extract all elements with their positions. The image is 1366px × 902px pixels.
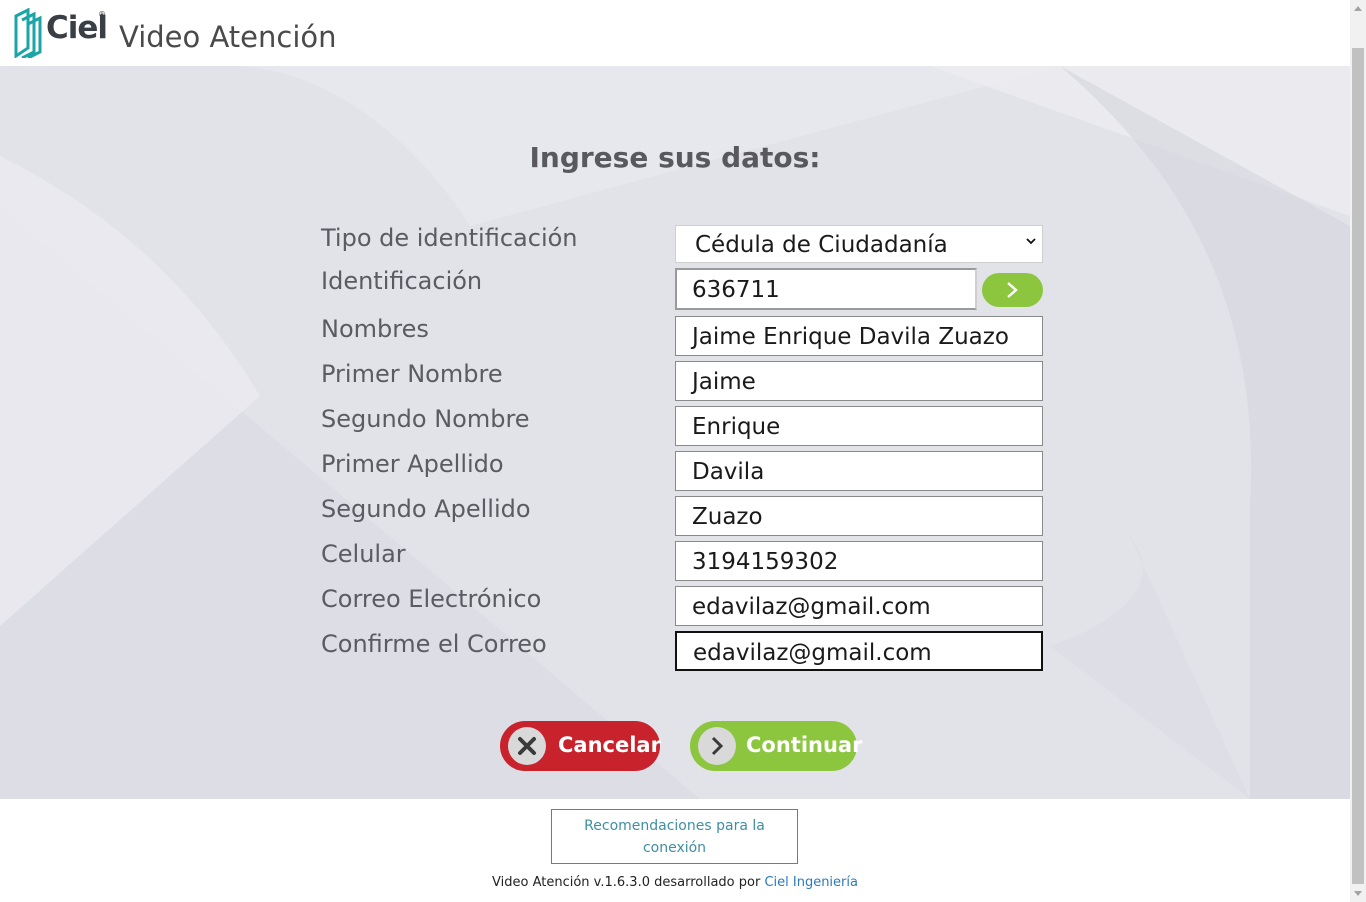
- segundo-nombre-label: Segundo Nombre: [321, 405, 530, 433]
- tipo-identificacion-value: Cédula de Ciudadanía: [695, 232, 948, 258]
- primer-nombre-label: Primer Nombre: [321, 360, 503, 388]
- cancel-button[interactable]: Cancelar: [500, 721, 661, 771]
- confirme-correo-label: Confirme el Correo: [321, 630, 547, 658]
- scrollbar-thumb[interactable]: [1352, 48, 1364, 884]
- scroll-up-arrow-icon[interactable]: [1353, 4, 1363, 12]
- segundo-nombre-input[interactable]: Enrique: [675, 406, 1043, 446]
- tipo-identificacion-label: Tipo de identificación: [321, 224, 578, 252]
- continue-button[interactable]: Continuar: [690, 721, 862, 771]
- nombres-label: Nombres: [321, 315, 429, 343]
- correo-label: Correo Electrónico: [321, 585, 542, 613]
- form-title: Ingrese sus datos:: [529, 141, 821, 174]
- segundo-apellido-input[interactable]: Zuazo: [675, 496, 1043, 536]
- continue-icon-circle: [698, 727, 736, 765]
- celular-label: Celular: [321, 540, 406, 568]
- primer-nombre-input[interactable]: Jaime: [675, 361, 1043, 401]
- cancel-button-label: Cancelar: [558, 733, 661, 757]
- primer-apellido-input[interactable]: Davila: [675, 451, 1043, 491]
- logo-registered-mark: ®: [98, 10, 106, 19]
- recommendations-button[interactable]: Recomendaciones para la conexión: [551, 809, 798, 864]
- confirme-correo-input[interactable]: edavilaz@gmail.com: [675, 631, 1043, 671]
- chevron-right-icon: [711, 736, 724, 756]
- identificacion-label: Identificación: [321, 267, 483, 295]
- nombres-input[interactable]: Jaime Enrique Davila Zuazo: [675, 316, 1043, 356]
- correo-input[interactable]: edavilaz@gmail.com: [675, 586, 1043, 626]
- chevron-right-icon: [1007, 282, 1018, 298]
- continue-button-label: Continuar: [746, 733, 863, 757]
- app-title: Video Atención: [119, 20, 337, 54]
- version-footer: Video Atención v.1.6.3.0 desarrollado po…: [0, 875, 1350, 890]
- tipo-identificacion-select[interactable]: Cédula de Ciudadanía: [675, 225, 1043, 263]
- search-id-button[interactable]: [982, 273, 1043, 307]
- form-panel: Ingrese sus datos: Tipo de identificació…: [0, 66, 1350, 799]
- cancel-icon-circle: [508, 727, 546, 765]
- celular-input[interactable]: 3194159302: [675, 541, 1043, 581]
- identificacion-input[interactable]: 636711: [675, 268, 977, 310]
- primer-apellido-label: Primer Apellido: [321, 450, 504, 478]
- scroll-down-arrow-icon[interactable]: [1353, 890, 1363, 898]
- close-x-icon: [518, 737, 536, 755]
- dropdown-caret-icon: [1026, 238, 1036, 245]
- developer-link[interactable]: Ciel Ingeniería: [764, 875, 858, 890]
- version-text: Video Atención v.1.6.3.0 desarrollado po…: [492, 875, 761, 890]
- app-header: Ciel ® Video Atención: [0, 0, 1350, 66]
- segundo-apellido-label: Segundo Apellido: [321, 495, 531, 523]
